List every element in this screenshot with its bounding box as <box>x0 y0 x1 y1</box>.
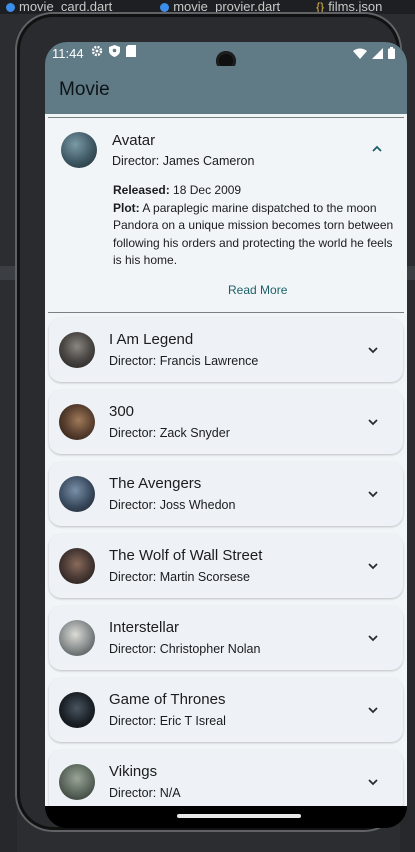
ide-tab-label: movie_provier.dart <box>173 0 281 14</box>
movie-card[interactable]: Vikings Director: N/A <box>49 750 403 806</box>
movie-title: Vikings <box>109 763 158 780</box>
ide-tab-films-json[interactable]: {} films.json <box>310 0 388 14</box>
movie-title: I Am Legend <box>109 331 194 348</box>
movie-avatar <box>59 764 95 800</box>
movie-card[interactable]: I Am Legend Director: Francis Lawrence <box>49 318 403 382</box>
movie-avatar <box>59 332 95 368</box>
status-right-icons <box>353 47 395 59</box>
chevron-down-icon[interactable] <box>366 487 380 501</box>
movie-director: Director: Francis Lawrence <box>109 354 259 368</box>
movie-card[interactable]: The Avengers Director: Joss Whedon <box>49 462 403 526</box>
status-icons <box>91 45 136 57</box>
chevron-down-icon[interactable] <box>366 631 380 645</box>
ide-highlight-line <box>0 266 17 280</box>
movie-avatar <box>59 404 95 440</box>
movie-card[interactable]: Interstellar Director: Christopher Nolan <box>49 606 403 670</box>
movie-director: Director: Martin Scorsese <box>109 570 251 584</box>
movie-director: Director: N/A <box>109 786 181 800</box>
movie-title: 300 <box>109 403 135 420</box>
status-time: 11:44 <box>52 46 84 61</box>
movie-title: The Wolf of Wall Street <box>109 547 263 564</box>
gear-icon <box>91 45 103 57</box>
phone-frame: 11:44 Movie Avatar Director: James Camer… <box>17 14 407 830</box>
read-more-button[interactable]: Read More <box>228 283 287 297</box>
shield-icon <box>109 45 120 57</box>
chevron-down-icon[interactable] <box>366 703 380 717</box>
battery-icon <box>388 47 395 59</box>
movie-director: Director: Eric T Isreal <box>109 714 226 728</box>
ide-bottom-panel <box>0 640 17 852</box>
movie-avatar <box>61 132 97 168</box>
movie-title: The Avengers <box>109 475 202 492</box>
movie-card-expanded[interactable]: Avatar Director: James Cameron Released:… <box>48 117 404 313</box>
movie-title: Game of Thrones <box>109 691 226 708</box>
wifi-icon <box>353 48 367 59</box>
plot-label: Plot: <box>113 200 140 215</box>
signal-icon <box>372 47 383 59</box>
chevron-down-icon[interactable] <box>366 343 380 357</box>
ide-tab-label: films.json <box>328 0 383 14</box>
movie-card[interactable]: 300 Director: Zack Snyder <box>49 390 403 454</box>
phone-screen: 11:44 Movie Avatar Director: James Camer… <box>45 42 407 828</box>
movie-director: Director: Joss Whedon <box>109 498 236 512</box>
movie-card[interactable]: Game of Thrones Director: Eric T Isreal <box>49 678 403 742</box>
home-gesture-handle[interactable] <box>177 814 301 818</box>
movie-director: Director: Zack Snyder <box>109 426 230 440</box>
json-file-icon: {} <box>316 0 325 14</box>
dart-file-icon <box>6 2 15 12</box>
released-label: Released: <box>113 183 170 197</box>
ide-tab-movie-card[interactable]: movie_card.dart <box>0 0 118 14</box>
chevron-down-icon[interactable] <box>366 415 380 429</box>
plot-line: Plot: A paraplegic marine dispatched to … <box>113 200 398 270</box>
sim-card-icon <box>126 45 136 57</box>
movie-avatar <box>59 620 95 656</box>
released-value: 18 Dec 2009 <box>173 183 242 197</box>
movie-details: Released: 18 Dec 2009 Plot: A paraplegic… <box>113 182 398 270</box>
movie-list[interactable]: Avatar Director: James Cameron Released:… <box>45 114 407 806</box>
movie-avatar <box>59 692 95 728</box>
movie-title: Interstellar <box>109 619 180 636</box>
plot-value: A paraplegic marine dispatched to the mo… <box>113 200 394 268</box>
movie-director: Director: James Cameron <box>112 154 255 168</box>
gesture-nav-bar <box>45 806 407 828</box>
movie-card[interactable]: The Wolf of Wall Street Director: Martin… <box>49 534 403 598</box>
ide-tab-label: movie_card.dart <box>19 0 113 14</box>
movie-title: Avatar <box>112 132 156 149</box>
movie-avatar <box>59 548 95 584</box>
ide-tab-movie-provider[interactable]: movie_provier.dart <box>154 0 286 14</box>
page-title: Movie <box>59 79 110 100</box>
chevron-down-icon[interactable] <box>366 559 380 573</box>
release-line: Released: 18 Dec 2009 <box>113 182 398 200</box>
movie-avatar <box>59 476 95 512</box>
chevron-up-icon[interactable] <box>370 142 384 156</box>
dart-file-icon <box>160 2 170 12</box>
app-bar: Movie <box>45 66 407 114</box>
movie-director: Director: Christopher Nolan <box>109 642 261 656</box>
chevron-down-icon[interactable] <box>366 775 380 789</box>
ide-tab-bar: movie_card.dart movie_provier.dart {} fi… <box>0 0 415 14</box>
